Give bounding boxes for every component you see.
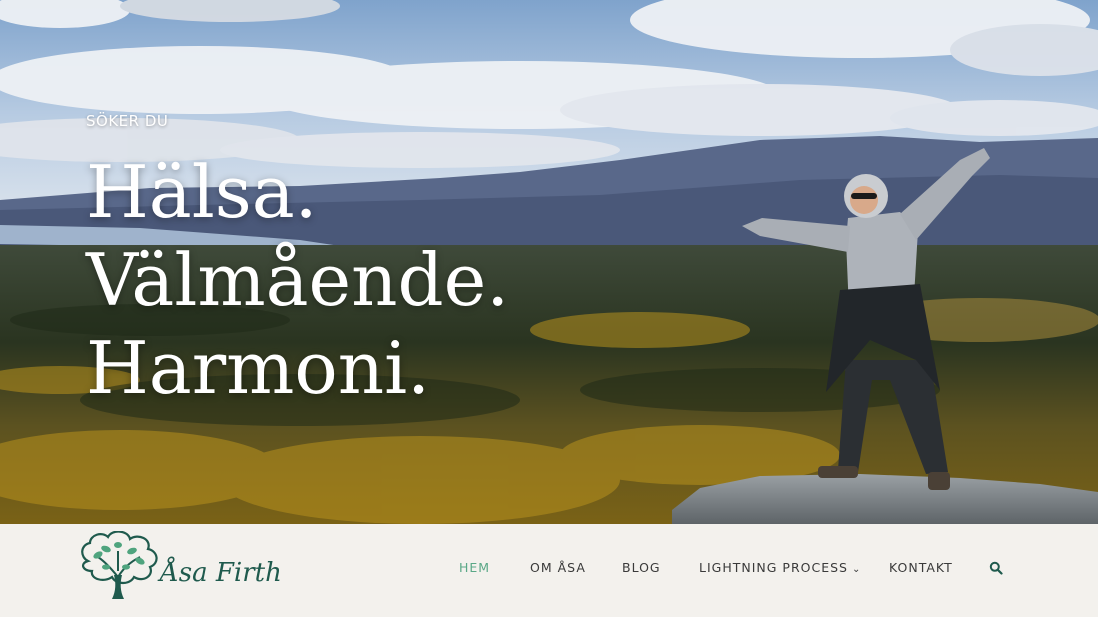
search-button[interactable] bbox=[989, 561, 1003, 575]
nav-item-om-asa[interactable]: OM ÅSA bbox=[530, 560, 586, 575]
nav-item-hem[interactable]: HEM bbox=[459, 560, 490, 575]
hero-banner: SÖKER DU Hälsa. Välmående. Harmoni. bbox=[0, 0, 1098, 524]
search-icon bbox=[989, 561, 1003, 575]
nav-item-blog[interactable]: BLOG bbox=[622, 560, 661, 575]
nav-item-lightning-process[interactable]: LIGHTNING PROCESS ⌄ bbox=[699, 560, 861, 575]
hero-headline-line-1: Hälsa. bbox=[86, 150, 318, 234]
hero-headline-line-3: Harmoni. bbox=[86, 326, 431, 410]
main-navigation: HEM OM ÅSA BLOG LIGHTNING PROCESS ⌄ KONTA… bbox=[0, 560, 1098, 580]
nav-item-kontakt[interactable]: KONTAKT bbox=[889, 560, 953, 575]
nav-item-lightning-process-label: LIGHTNING PROCESS bbox=[699, 560, 848, 575]
hero-headline-line-2: Välmående. bbox=[86, 238, 510, 322]
site-header: Åsa Firth HEM OM ÅSA BLOG LIGHTNING PROC… bbox=[0, 524, 1098, 617]
hero-kicker: SÖKER DU bbox=[86, 112, 169, 130]
chevron-down-icon: ⌄ bbox=[851, 564, 862, 575]
